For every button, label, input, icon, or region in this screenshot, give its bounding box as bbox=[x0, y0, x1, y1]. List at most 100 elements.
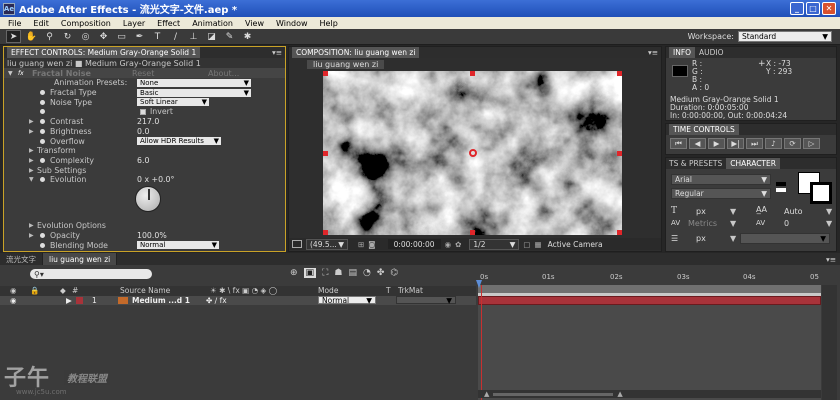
stopwatch-icon[interactable] bbox=[40, 99, 45, 105]
font-family-dropdown[interactable]: Arial ▼ bbox=[671, 174, 771, 185]
magnification-dropdown[interactable]: (49.5... ▼ bbox=[306, 238, 348, 250]
table-row[interactable]: ◉ ▶ 1 Medium ...d 1 ✤ ∕ fx Normal ▼ ▼ bbox=[0, 296, 476, 305]
roto-brush-tool-icon[interactable]: ✎ bbox=[222, 30, 237, 43]
about-link[interactable]: About... bbox=[208, 69, 239, 78]
contrast-value[interactable]: 217.0 bbox=[137, 117, 159, 126]
panel-menu-icon[interactable]: ▾≡ bbox=[648, 48, 658, 57]
camera-snapshot-icon[interactable]: ◉ bbox=[445, 240, 452, 249]
menu-effect[interactable]: Effect bbox=[157, 19, 180, 28]
expand-arrow-icon[interactable]: ▶ bbox=[29, 232, 34, 239]
stopwatch-icon[interactable] bbox=[40, 242, 45, 248]
tracking-value[interactable]: 0 bbox=[784, 219, 789, 228]
column-trkmat[interactable]: TrkMat bbox=[398, 286, 423, 295]
fill-white-swatch[interactable] bbox=[776, 188, 786, 192]
stroke-width-unit[interactable]: px bbox=[696, 234, 706, 243]
layer-mode-dropdown[interactable]: Normal ▼ bbox=[318, 296, 376, 305]
menu-composition[interactable]: Composition bbox=[61, 19, 111, 28]
stopwatch-icon[interactable] bbox=[40, 90, 45, 96]
transparency-grid-icon[interactable]: ▦ bbox=[535, 240, 542, 249]
noise-type-dropdown[interactable]: Soft Linear ▼ bbox=[137, 98, 209, 107]
audio-icon[interactable]: ♪ bbox=[765, 138, 782, 149]
tab-timeline-main[interactable]: 流光文字 bbox=[0, 253, 43, 265]
selection-tool-icon[interactable]: ➤ bbox=[6, 30, 21, 43]
layer-handle[interactable] bbox=[617, 151, 622, 156]
tab-effect-controls[interactable]: EFFECT CONTROLS: Medium Gray-Orange Soli… bbox=[7, 47, 201, 58]
stopwatch-icon[interactable] bbox=[40, 119, 45, 125]
menu-view[interactable]: View bbox=[245, 19, 264, 28]
play-icon[interactable]: ▶ bbox=[708, 138, 725, 149]
stroke-style-dropdown[interactable]: ▼ bbox=[740, 233, 830, 244]
layer-name[interactable]: Medium ...d 1 bbox=[132, 296, 190, 305]
resolution-dropdown[interactable]: 1/2 ▼ bbox=[469, 238, 520, 250]
layer-handle[interactable] bbox=[470, 230, 475, 235]
pan-behind-tool-icon[interactable]: ✥ bbox=[96, 30, 111, 43]
workspace-dropdown[interactable]: Standard ▼ bbox=[738, 31, 832, 42]
composition-mini-flowchart-icon[interactable]: ⊕ bbox=[290, 268, 298, 278]
current-time-indicator[interactable] bbox=[481, 285, 482, 400]
invert-checkbox[interactable] bbox=[140, 108, 146, 115]
clone-stamp-tool-icon[interactable]: ⊥ bbox=[186, 30, 201, 43]
stopwatch-icon[interactable] bbox=[40, 177, 45, 183]
previous-frame-icon[interactable]: ◀ bbox=[689, 138, 706, 149]
kerning-value[interactable]: Metrics bbox=[688, 219, 717, 228]
tab-audio[interactable]: AUDIO bbox=[699, 48, 724, 57]
expand-arrow-icon[interactable]: ▶ bbox=[29, 222, 34, 229]
work-area-bar[interactable] bbox=[478, 285, 821, 293]
label-color-chip[interactable] bbox=[76, 297, 83, 304]
reset-link[interactable]: Reset bbox=[132, 69, 154, 78]
anchor-point-icon[interactable] bbox=[469, 149, 477, 157]
puppet-tool-icon[interactable]: ✱ bbox=[240, 30, 255, 43]
current-time-display[interactable]: 0:00:00:00 bbox=[387, 239, 441, 249]
fx-icon[interactable]: fx bbox=[18, 70, 24, 77]
draft-3d-icon[interactable]: ⛶ bbox=[322, 268, 328, 278]
column-t[interactable]: T bbox=[386, 286, 391, 295]
column-source-name[interactable]: Source Name bbox=[120, 286, 170, 295]
blending-mode-dropdown[interactable]: Normal ▼ bbox=[137, 241, 219, 250]
menu-layer[interactable]: Layer bbox=[123, 19, 145, 28]
live-update-icon[interactable]: ▣ bbox=[303, 268, 317, 278]
panel-menu-icon[interactable]: ▾≡ bbox=[826, 255, 836, 264]
menu-help[interactable]: Help bbox=[320, 19, 338, 28]
trkmat-dropdown[interactable]: ▼ bbox=[396, 296, 456, 305]
expand-arrow-icon[interactable]: ▶ bbox=[29, 128, 34, 135]
brightness-value[interactable]: 0.0 bbox=[137, 127, 149, 136]
motion-blur-icon[interactable]: ◔ bbox=[363, 268, 371, 278]
layer-handle[interactable] bbox=[323, 151, 328, 156]
last-frame-icon[interactable]: ⏭ bbox=[746, 138, 763, 149]
menu-file[interactable]: File bbox=[8, 19, 21, 28]
chevron-down-icon[interactable]: ▼ bbox=[730, 207, 736, 216]
composition-subtab[interactable]: liu guang wen zi bbox=[307, 59, 385, 69]
menu-edit[interactable]: Edit bbox=[33, 19, 49, 28]
maximize-button[interactable]: □ bbox=[806, 2, 820, 15]
zoom-out-icon[interactable]: ▲ bbox=[484, 390, 489, 398]
frame-blending-icon[interactable]: ▤ bbox=[348, 268, 357, 278]
type-tool-icon[interactable]: T bbox=[150, 30, 165, 43]
layer-handle[interactable] bbox=[617, 71, 622, 76]
graph-editor-icon[interactable]: ⌬ bbox=[390, 268, 398, 278]
font-style-dropdown[interactable]: Regular ▼ bbox=[671, 188, 771, 199]
menu-window[interactable]: Window bbox=[276, 19, 308, 28]
show-channel-icon[interactable]: ✿ bbox=[455, 240, 461, 249]
stroke-color-swatch[interactable] bbox=[810, 182, 832, 204]
fractal-type-dropdown[interactable]: Basic ▼ bbox=[137, 88, 251, 97]
chevron-down-icon[interactable]: ▼ bbox=[826, 207, 832, 216]
stopwatch-icon[interactable] bbox=[40, 138, 45, 144]
snapshot-icon[interactable]: ◙ bbox=[368, 240, 375, 249]
column-mode[interactable]: Mode bbox=[318, 286, 338, 295]
tab-timeline-comp[interactable]: liu guang wen zi bbox=[43, 253, 118, 265]
timeline-track-area[interactable] bbox=[478, 305, 821, 400]
camera-view-dropdown[interactable]: Active Camera bbox=[548, 240, 603, 249]
stopwatch-icon[interactable] bbox=[40, 128, 45, 134]
zoom-in-icon[interactable]: ▲ bbox=[617, 390, 622, 398]
always-preview-icon[interactable] bbox=[292, 240, 302, 248]
layer-handle[interactable] bbox=[323, 230, 328, 235]
expand-arrow-icon[interactable]: ▼ bbox=[8, 70, 13, 77]
close-button[interactable]: ✕ bbox=[822, 2, 836, 15]
eye-icon[interactable]: ◉ bbox=[10, 296, 17, 305]
layer-handle[interactable] bbox=[617, 230, 622, 235]
property-group-label[interactable]: Sub Settings bbox=[37, 166, 86, 175]
expand-arrow-icon[interactable]: ▶ bbox=[29, 147, 34, 154]
menu-animation[interactable]: Animation bbox=[192, 19, 233, 28]
rectangle-tool-icon[interactable]: ▭ bbox=[114, 30, 129, 43]
rotate-tool-icon[interactable]: ↻ bbox=[60, 30, 75, 43]
